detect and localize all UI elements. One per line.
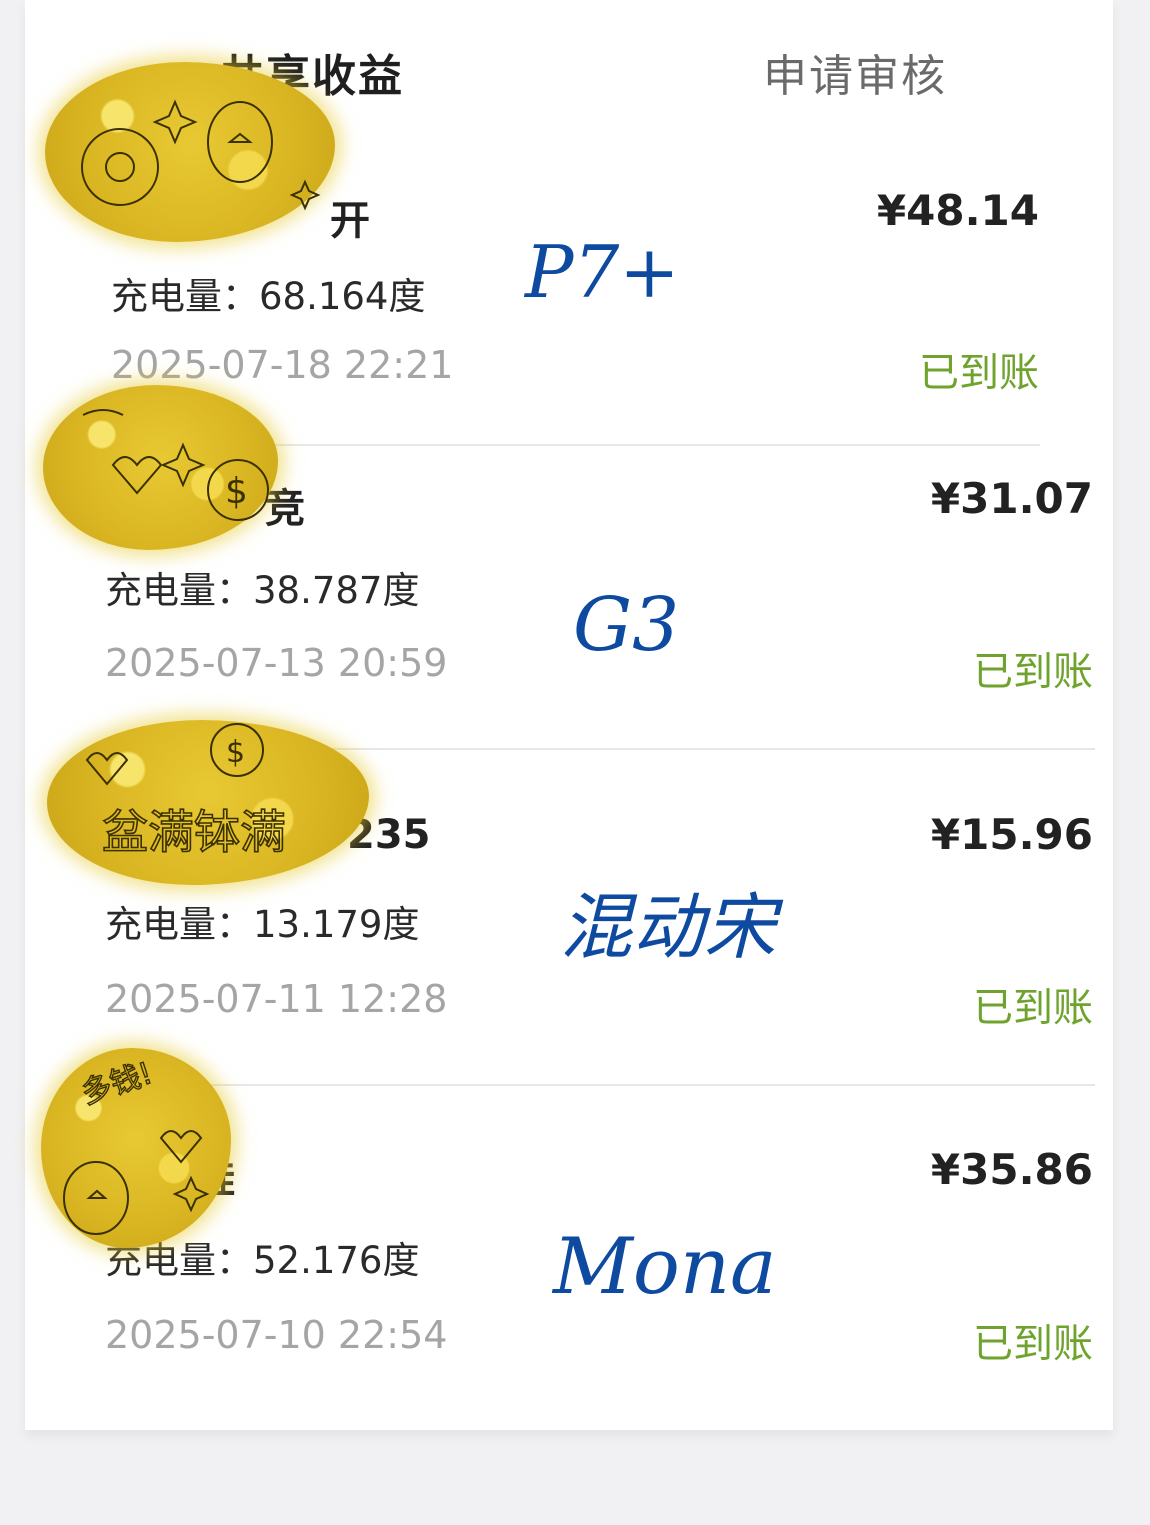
earnings-card: 共享收益 申请审核 开 ¥48.14 充电量：68.164度 2025-07-1… xyxy=(25,0,1113,1430)
earning-amount: ¥15.96 xyxy=(930,810,1093,859)
handwritten-annotation: P7+ xyxy=(525,230,680,314)
earning-amount: ¥48.14 xyxy=(876,186,1039,235)
status-badge: 已到账 xyxy=(919,350,1039,396)
handwritten-annotation: 混动宋 xyxy=(560,885,777,969)
status-badge: 已到账 xyxy=(973,1321,1093,1367)
timestamp: 2025-07-18 22:21 xyxy=(111,343,454,387)
timestamp: 2025-07-11 12:28 xyxy=(105,977,448,1021)
timestamp: 2025-07-10 22:54 xyxy=(105,1313,448,1357)
sticker-doodle-icon: $ xyxy=(82,409,269,521)
handwritten-annotation: Mona xyxy=(553,1222,777,1312)
sticker-doodle-icon: 多钱! xyxy=(63,1055,210,1235)
divider xyxy=(230,444,1040,446)
divider xyxy=(210,1084,1095,1086)
tab-review-application[interactable]: 申请审核 xyxy=(763,40,947,104)
user-name: 开 xyxy=(330,198,370,244)
handwritten-annotation: G3 xyxy=(573,582,680,668)
redaction-sticker xyxy=(45,62,335,242)
charge-amount: 充电量：68.164度 xyxy=(111,275,426,318)
status-badge: 已到账 xyxy=(973,985,1093,1031)
redaction-sticker: $ 盆满钵满 xyxy=(47,720,369,885)
svg-text:$: $ xyxy=(225,471,248,512)
status-badge: 已到账 xyxy=(973,649,1093,695)
timestamp: 2025-07-13 20:59 xyxy=(105,641,448,685)
divider xyxy=(285,748,1095,750)
charge-amount: 充电量：38.787度 xyxy=(105,569,420,612)
earning-amount: ¥31.07 xyxy=(930,474,1093,523)
svg-text:盆满钵满: 盆满钵满 xyxy=(102,805,286,859)
svg-text:多钱!: 多钱! xyxy=(77,1056,156,1112)
sticker-doodle-icon xyxy=(81,99,321,211)
svg-text:$: $ xyxy=(226,735,245,770)
charge-amount: 充电量：13.179度 xyxy=(105,903,420,946)
earning-amount: ¥35.86 xyxy=(930,1145,1093,1194)
redaction-sticker: 多钱! xyxy=(41,1048,231,1248)
redaction-sticker: $ xyxy=(43,385,278,550)
sticker-doodle-icon: $ 盆满钵满 xyxy=(85,723,287,860)
